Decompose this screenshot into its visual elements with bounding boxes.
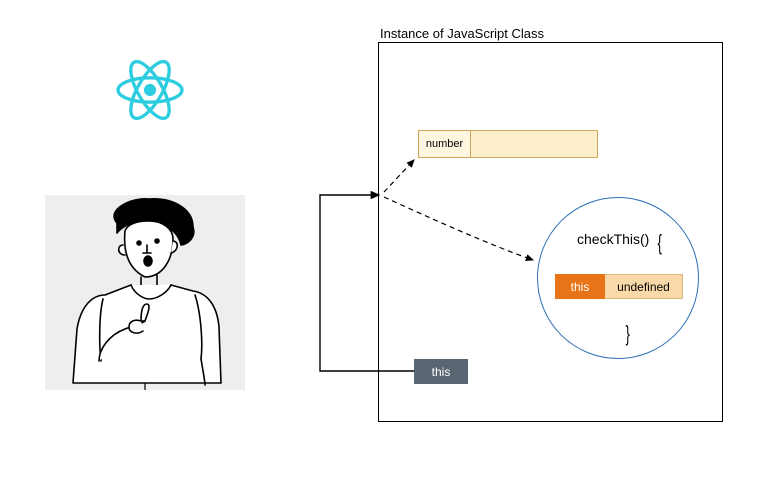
brace-open: { <box>657 230 661 256</box>
inner-this-key: this <box>555 274 605 299</box>
outer-this-box: this <box>414 359 468 384</box>
method-name: checkThis() <box>577 231 649 247</box>
inner-this-value: undefined <box>605 274 683 299</box>
class-title: Instance of JavaScript Class <box>380 26 544 41</box>
react-logo-icon <box>115 55 185 125</box>
property-number: number <box>418 130 598 158</box>
property-number-label: number <box>419 131 471 157</box>
brace-close: } <box>625 321 629 347</box>
property-number-value <box>471 131 597 157</box>
person-illustration <box>45 195 245 390</box>
inner-this-binding: this undefined <box>555 274 683 299</box>
